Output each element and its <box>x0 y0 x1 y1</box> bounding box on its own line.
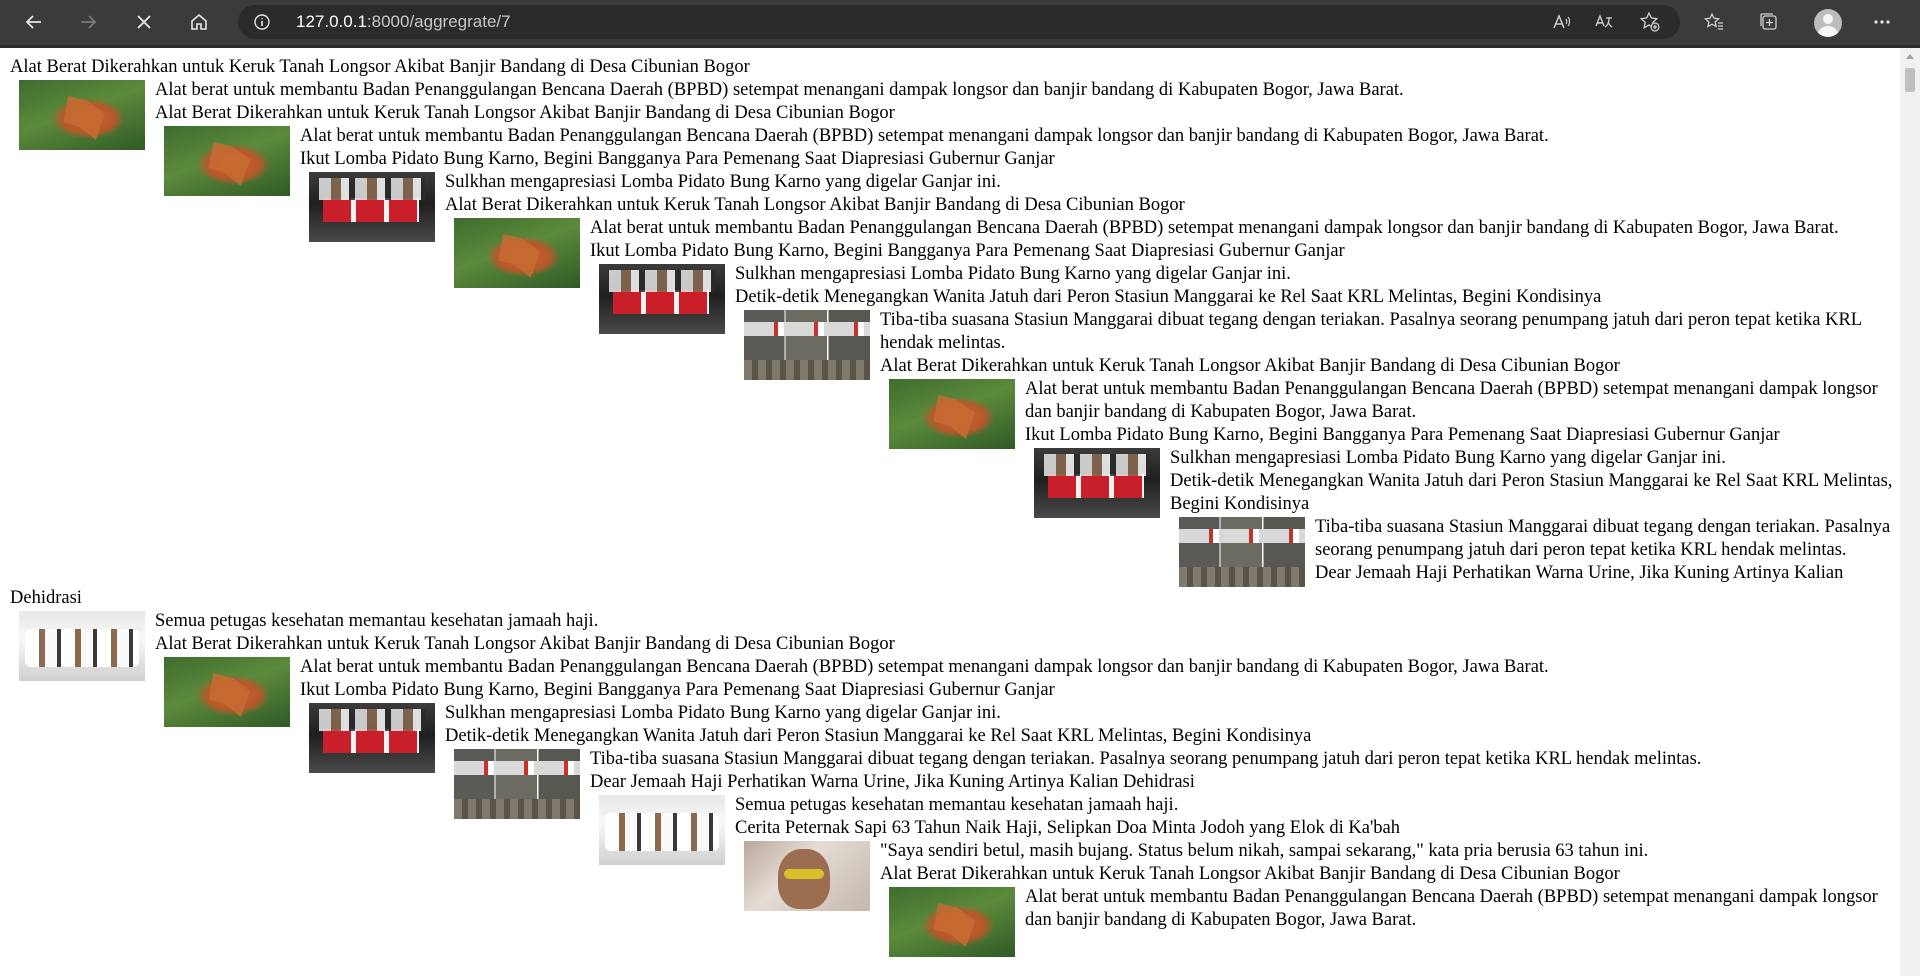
news-description: Semua petugas kesehatan memantau kesehat… <box>155 611 599 631</box>
info-icon[interactable] <box>254 14 270 35</box>
profile-avatar[interactable] <box>1814 9 1842 37</box>
back-button[interactable] <box>18 8 50 36</box>
news-title[interactable]: Ikut Lomba Pidato Bung Karno, Begini Ban… <box>590 240 1900 263</box>
news-item: Ikut Lomba Pidato Bung Karno, Begini Ban… <box>590 240 1900 587</box>
news-title[interactable]: Ikut Lomba Pidato Bung Karno, Begini Ban… <box>300 148 1900 171</box>
landslide-thumbnail[interactable] <box>164 126 290 196</box>
landslide-thumbnail[interactable] <box>454 218 580 288</box>
news-item: Alat Berat Dikerahkan untuk Keruk Tanah … <box>155 633 1900 957</box>
news-description: Alat berat untuk membantu Badan Penanggu… <box>300 126 1549 146</box>
news-description: Sulkhan mengapresiasi Lomba Pidato Bung … <box>445 703 1001 723</box>
landslide-thumbnail[interactable] <box>889 379 1015 449</box>
url-path: :8000/aggregrate/7 <box>366 12 511 31</box>
url-host: 127.0.0.1 <box>296 12 367 31</box>
news-description: Alat berat untuk membantu Badan Penanggu… <box>1025 887 1878 930</box>
translate-icon <box>1595 14 1613 28</box>
news-description: Tiba-tiba suasana Stasiun Manggarai dibu… <box>1315 517 1891 560</box>
news-title-continued[interactable]: Dehidrasi <box>10 587 1900 610</box>
news-description: Sulkhan mengapresiasi Lomba Pidato Bung … <box>1170 448 1726 468</box>
star-plus-icon <box>1639 11 1660 32</box>
hajj-pilgrims-thumbnail[interactable] <box>19 611 145 681</box>
train-station-thumbnail[interactable] <box>1179 517 1305 587</box>
news-description: Tiba-tiba suasana Stasiun Manggarai dibu… <box>590 749 1702 769</box>
news-item: Alat Berat Dikerahkan untuk Keruk Tanah … <box>880 355 1900 587</box>
news-item: Detik-detik Menegangkan Wanita Jatuh dar… <box>735 286 1900 587</box>
hajj-pilgrims-thumbnail[interactable] <box>599 795 725 865</box>
news-item: Detik-detik Menegangkan Wanita Jatuh dar… <box>1170 470 1900 587</box>
news-title[interactable]: Detik-detik Menegangkan Wanita Jatuh dar… <box>1170 470 1900 516</box>
train-station-thumbnail[interactable] <box>454 749 580 819</box>
favorites-button[interactable] <box>1698 8 1730 36</box>
elderly-pilgrim-thumbnail[interactable] <box>744 841 870 911</box>
close-icon <box>137 15 151 29</box>
landslide-thumbnail[interactable] <box>19 80 145 150</box>
news-item: Dear Jemaah Haji Perhatikan Warna Urine,… <box>590 771 1900 957</box>
news-title[interactable]: Ikut Lomba Pidato Bung Karno, Begini Ban… <box>300 679 1900 702</box>
news-title[interactable]: Ikut Lomba Pidato Bung Karno, Begini Ban… <box>1025 424 1900 447</box>
train-station-thumbnail[interactable] <box>744 310 870 380</box>
news-item: Alat Berat Dikerahkan untuk Keruk Tanah … <box>445 194 1900 587</box>
url-text[interactable]: 127.0.0.1:8000/aggregrate/7 <box>296 5 511 39</box>
news-description: Sulkhan mengapresiasi Lomba Pidato Bung … <box>445 172 1001 192</box>
news-description: Alat berat untuk membantu Badan Penanggu… <box>155 80 1404 100</box>
arrow-right-icon <box>81 15 97 29</box>
home-button[interactable] <box>183 8 215 36</box>
news-description: Sulkhan mengapresiasi Lomba Pidato Bung … <box>735 264 1291 284</box>
forward-button[interactable] <box>72 8 104 36</box>
speech-winners-thumbnail[interactable] <box>1034 448 1160 518</box>
news-description: Semua petugas kesehatan memantau kesehat… <box>735 795 1179 815</box>
news-item: Cerita Peternak Sapi 63 Tahun Naik Haji,… <box>735 817 1900 957</box>
read-aloud-button[interactable] <box>1545 8 1577 36</box>
speech-winners-thumbnail[interactable] <box>599 264 725 334</box>
more-icon <box>1874 20 1890 24</box>
news-title[interactable]: Detik-detik Menegangkan Wanita Jatuh dar… <box>445 725 1900 748</box>
news-description: "Saya sendiri betul, masih bujang. Statu… <box>880 841 1649 861</box>
news-title[interactable]: Alat Berat Dikerahkan untuk Keruk Tanah … <box>880 355 1900 378</box>
scrollbar-thumb[interactable] <box>1905 68 1915 92</box>
news-title[interactable]: Cerita Peternak Sapi 63 Tahun Naik Haji,… <box>735 817 1900 840</box>
news-item: Dehidrasi Semua petugas kesehatan memant… <box>10 587 1900 957</box>
news-description: Alat berat untuk membantu Badan Penanggu… <box>590 218 1839 238</box>
landslide-thumbnail[interactable] <box>164 657 290 727</box>
scroll-up-arrow-icon[interactable] <box>1906 54 1914 59</box>
news-title[interactable]: Alat Berat Dikerahkan untuk Keruk Tanah … <box>880 863 1900 886</box>
arrow-left-icon <box>25 15 41 29</box>
news-item: Ikut Lomba Pidato Bung Karno, Begini Ban… <box>1025 424 1900 587</box>
address-bar[interactable]: 127.0.0.1:8000/aggregrate/7 <box>238 5 1680 39</box>
news-title[interactable]: Dear Jemaah Haji Perhatikan Warna Urine,… <box>590 771 1900 794</box>
browser-toolbar: 127.0.0.1:8000/aggregrate/7 <box>0 0 1920 45</box>
aggregate-content: Alat Berat Dikerahkan untuk Keruk Tanah … <box>0 48 1900 957</box>
stop-loading-button[interactable] <box>128 8 160 36</box>
collections-icon <box>1760 13 1777 30</box>
news-item: Alat Berat Dikerahkan untuk Keruk Tanah … <box>880 863 1900 957</box>
news-title[interactable]: Alat Berat Dikerahkan untuk Keruk Tanah … <box>10 56 1900 79</box>
news-item: Alat Berat Dikerahkan untuk Keruk Tanah … <box>155 102 1900 587</box>
news-description: Alat berat untuk membantu Badan Penanggu… <box>300 657 1549 677</box>
news-title[interactable]: Alat Berat Dikerahkan untuk Keruk Tanah … <box>445 194 1900 217</box>
news-title[interactable]: Dear Jemaah Haji Perhatikan Warna Urine,… <box>1315 562 1900 585</box>
news-description: Tiba-tiba suasana Stasiun Manggarai dibu… <box>880 310 1862 353</box>
page-viewport: Alat Berat Dikerahkan untuk Keruk Tanah … <box>0 48 1900 976</box>
translate-button[interactable] <box>1588 8 1620 36</box>
news-title[interactable]: Detik-detik Menegangkan Wanita Jatuh dar… <box>735 286 1900 309</box>
speech-winners-thumbnail[interactable] <box>309 703 435 773</box>
news-item: Detik-detik Menegangkan Wanita Jatuh dar… <box>445 725 1900 957</box>
news-item: Ikut Lomba Pidato Bung Karno, Begini Ban… <box>300 679 1900 957</box>
news-description: Alat berat untuk membantu Badan Penanggu… <box>1025 379 1878 422</box>
news-title[interactable]: Alat Berat Dikerahkan untuk Keruk Tanah … <box>155 102 1900 125</box>
vertical-scrollbar[interactable] <box>1900 48 1920 976</box>
add-favorite-button[interactable] <box>1634 8 1666 36</box>
landslide-thumbnail[interactable] <box>889 887 1015 957</box>
more-menu-button[interactable] <box>1866 8 1898 36</box>
favorites-icon <box>1703 12 1723 30</box>
news-item: Alat Berat Dikerahkan untuk Keruk Tanah … <box>10 56 1900 587</box>
news-title[interactable]: Alat Berat Dikerahkan untuk Keruk Tanah … <box>155 633 1900 656</box>
news-item: Ikut Lomba Pidato Bung Karno, Begini Ban… <box>300 148 1900 587</box>
read-aloud-icon <box>1553 14 1571 29</box>
collections-button[interactable] <box>1753 8 1785 36</box>
home-icon <box>191 13 207 30</box>
speech-winners-thumbnail[interactable] <box>309 172 435 242</box>
